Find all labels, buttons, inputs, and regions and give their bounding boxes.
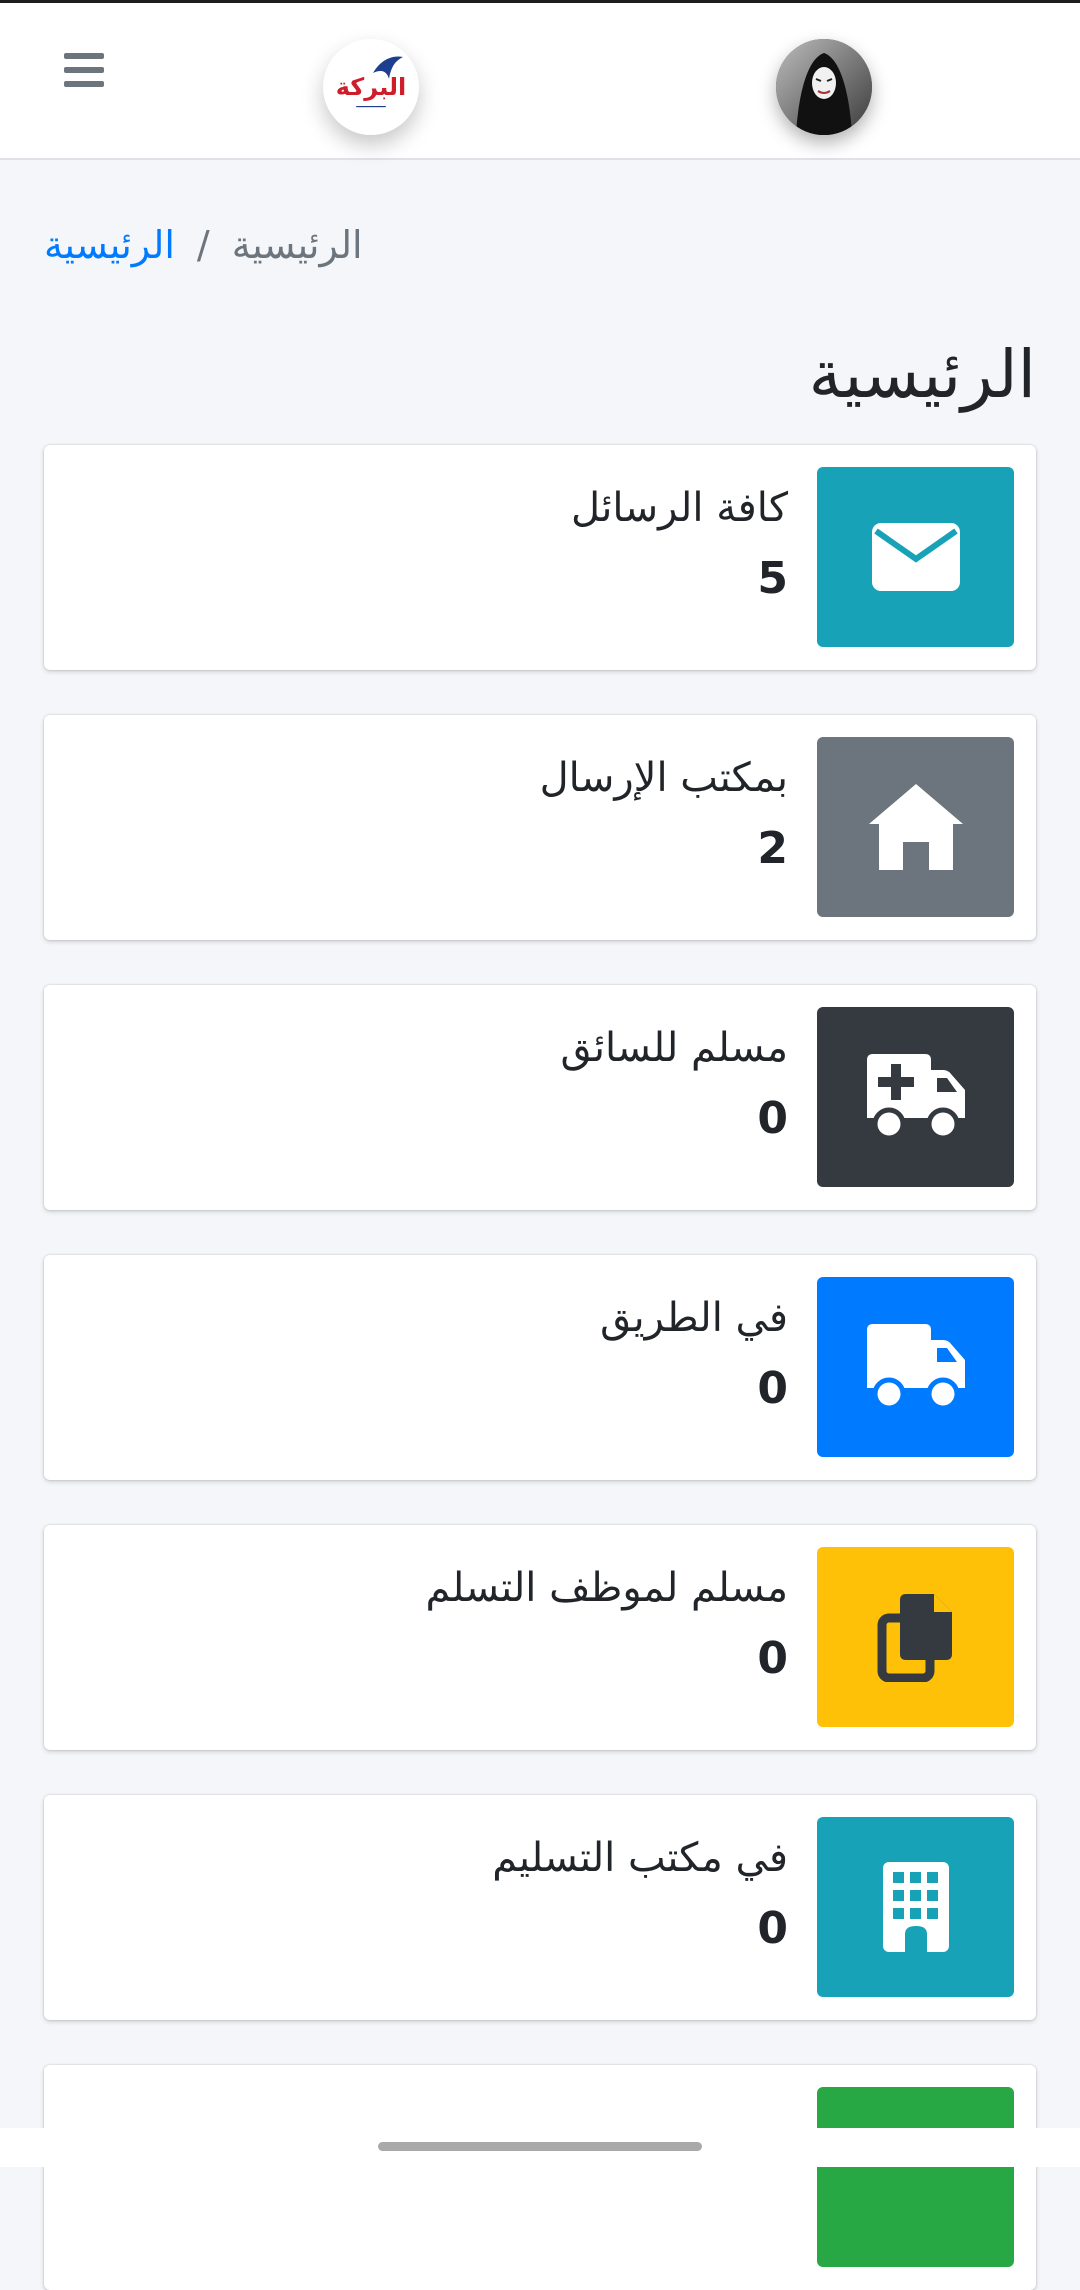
card-icon-box: [817, 1277, 1014, 1457]
card-count: 0: [757, 1363, 788, 1414]
copy-icon: [877, 1594, 952, 1682]
envelope-icon: [871, 523, 960, 591]
card-count: 0: [757, 1903, 788, 1954]
card-on-the-way[interactable]: في الطريق 0: [44, 1255, 1036, 1480]
card-all-messages[interactable]: كافة الرسائل 5: [44, 445, 1036, 670]
ambulance-icon: [866, 1054, 965, 1140]
user-avatar[interactable]: [776, 39, 872, 135]
truck-icon: [866, 1324, 965, 1410]
logo-text: البركة: [335, 73, 407, 101]
card-icon-box: [817, 1007, 1014, 1187]
breadcrumb: الرئيسية / الرئيسية: [44, 220, 363, 270]
card-icon-box: [817, 1547, 1014, 1727]
card-at-delivery-office[interactable]: في مكتب التسليم 0: [44, 1795, 1036, 2020]
card-delivered-to-receiver-employee[interactable]: مسلم لموظف التسلم 0: [44, 1525, 1036, 1750]
card-icon-box: [817, 1817, 1014, 1997]
breadcrumb-separator: /: [196, 223, 210, 267]
card-partial[interactable]: [44, 2065, 1036, 2290]
card-label: مسلم لموظف التسلم: [425, 1565, 788, 1611]
home-indicator[interactable]: [378, 2142, 702, 2151]
top-navbar: البركة ━━━━━━━: [0, 3, 1080, 160]
card-icon-box: [817, 737, 1014, 917]
card-count: 2: [757, 823, 788, 874]
home-icon: [868, 784, 963, 870]
card-at-sending-office[interactable]: بمكتب الإرسال 2: [44, 715, 1036, 940]
card-count: 0: [757, 1633, 788, 1684]
page-title: الرئيسية: [808, 336, 1036, 414]
card-icon-box: [817, 467, 1014, 647]
card-label: في مكتب التسليم: [492, 1835, 788, 1881]
card-label: في الطريق: [600, 1295, 788, 1341]
card-label: كافة الرسائل: [570, 485, 788, 531]
system-navigation-bar: [0, 2128, 1080, 2167]
card-delivered-to-driver[interactable]: مسلم للسائق 0: [44, 985, 1036, 1210]
brand-logo[interactable]: البركة ━━━━━━━: [323, 39, 419, 135]
building-icon: [882, 1862, 949, 1952]
breadcrumb-home-link[interactable]: الرئيسية: [44, 223, 175, 267]
logo-underline: ━━━━━━━: [356, 103, 386, 111]
hamburger-menu-icon[interactable]: [64, 51, 110, 89]
card-label: بمكتب الإرسال: [539, 755, 788, 801]
breadcrumb-current: الرئيسية: [231, 223, 363, 267]
card-icon-box: [817, 2087, 1014, 2267]
card-label: مسلم للسائق: [560, 1025, 788, 1071]
card-count: 5: [757, 553, 788, 604]
card-count: 0: [757, 1093, 788, 1144]
